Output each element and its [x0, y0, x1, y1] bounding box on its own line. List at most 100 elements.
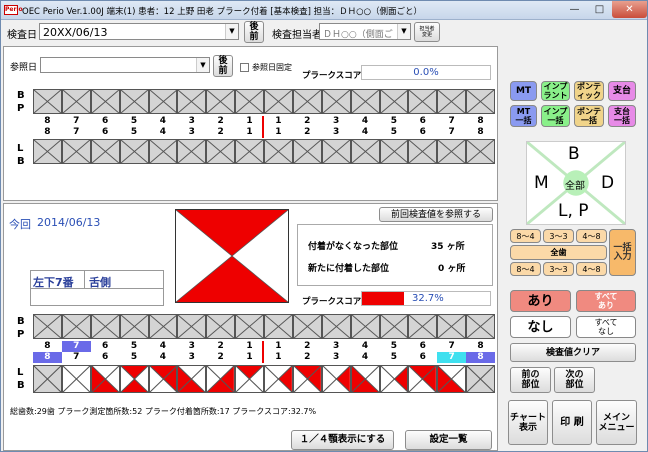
- tooth-surface-cell[interactable]: [350, 89, 380, 114]
- tooth-number[interactable]: 8: [466, 341, 495, 352]
- ref-date-select[interactable]: ▼: [40, 57, 210, 73]
- tooth-surface-cell[interactable]: [292, 139, 322, 164]
- plaque-surface-cell[interactable]: [466, 365, 495, 393]
- direction-d[interactable]: D: [601, 173, 614, 193]
- tooth-number[interactable]: 2: [292, 127, 322, 138]
- tooth-number[interactable]: 1: [264, 341, 293, 352]
- surface-direction-selector[interactable]: B M D L, P 全部: [526, 141, 626, 225]
- direction-all[interactable]: 全部: [565, 177, 585, 192]
- tooth-surface-cell[interactable]: [379, 139, 409, 164]
- tooth-surface-cell[interactable]: [61, 89, 91, 114]
- tooth-surface-cell[interactable]: [437, 139, 467, 164]
- tooth-number[interactable]: 4: [350, 116, 380, 127]
- tooth-number[interactable]: 6: [408, 127, 438, 138]
- tooth-number[interactable]: 4: [148, 127, 178, 138]
- present-button[interactable]: あり: [510, 290, 571, 312]
- close-button[interactable]: ✕: [612, 1, 647, 18]
- tooth-surface-cell[interactable]: [235, 89, 264, 114]
- tooth-number[interactable]: 1: [264, 127, 293, 138]
- settings-list-button[interactable]: 設定一覧: [405, 430, 492, 450]
- plaque-surface-cell[interactable]: [61, 365, 91, 393]
- tooth-number[interactable]: 6: [408, 116, 438, 127]
- tooth-number[interactable]: 1: [235, 341, 264, 352]
- tooth-number[interactable]: 4: [350, 352, 380, 363]
- tooth-number[interactable]: 2: [206, 341, 236, 352]
- tooth-number[interactable]: 5: [119, 352, 149, 363]
- prev-site-button[interactable]: 前の 部位: [510, 367, 551, 393]
- tooth-number[interactable]: 4: [350, 341, 380, 352]
- plaque-surface-cell[interactable]: [437, 365, 467, 393]
- tooth-number[interactable]: 6: [408, 352, 438, 363]
- tooth-number[interactable]: 5: [379, 352, 409, 363]
- tooth-number[interactable]: 7: [437, 127, 467, 138]
- tooth-number[interactable]: 8: [33, 116, 62, 127]
- tooth-number[interactable]: 6: [90, 352, 120, 363]
- ref-date-nav-button[interactable]: 後 前: [213, 55, 233, 77]
- tooth-number[interactable]: 3: [177, 341, 207, 352]
- tooth-surface-cell[interactable]: [119, 314, 149, 339]
- clear-values-button[interactable]: 検査値クリア: [510, 343, 636, 362]
- tooth-surface-cell[interactable]: [177, 139, 207, 164]
- tooth-surface-cell[interactable]: [148, 89, 178, 114]
- exam-date-nav-button[interactable]: 後 前: [244, 21, 264, 43]
- tooth-surface-cell[interactable]: [466, 89, 495, 114]
- tooth-number[interactable]: 6: [408, 341, 438, 352]
- tooth-number[interactable]: 4: [148, 116, 178, 127]
- tooth-surface-cell[interactable]: [264, 89, 293, 114]
- range-upper-front-button[interactable]: 3～3: [543, 229, 574, 243]
- tooth-number[interactable]: 8: [33, 127, 62, 138]
- tooth-number[interactable]: 8: [466, 116, 495, 127]
- ref-date-fix-checkbox[interactable]: [240, 63, 249, 72]
- tooth-number[interactable]: 2: [292, 352, 322, 363]
- range-upper-right-button[interactable]: 8～4: [510, 229, 541, 243]
- tooth-number[interactable]: 2: [292, 116, 322, 127]
- plaque-surface-cell[interactable]: [235, 365, 264, 393]
- tooth-number[interactable]: 4: [148, 352, 178, 363]
- plaque-surface-cell[interactable]: [321, 365, 351, 393]
- mt-bulk-button[interactable]: MT 一括: [510, 105, 537, 127]
- direction-m[interactable]: M: [534, 173, 549, 193]
- range-lower-left-button[interactable]: 4～8: [576, 262, 607, 276]
- tooth-surface-cell[interactable]: [350, 314, 380, 339]
- range-lower-front-button[interactable]: 3～3: [543, 262, 574, 276]
- tooth-number[interactable]: 4: [148, 341, 178, 352]
- plaque-surface-cell[interactable]: [148, 365, 178, 393]
- tooth-surface-cell[interactable]: [437, 314, 467, 339]
- tooth-surface-cell[interactable]: [33, 314, 62, 339]
- tooth-number[interactable]: 5: [379, 116, 409, 127]
- mt-button[interactable]: MT: [510, 81, 537, 101]
- tooth-surface-cell[interactable]: [61, 314, 91, 339]
- tooth-surface-cell[interactable]: [119, 139, 149, 164]
- tooth-surface-cell[interactable]: [33, 89, 62, 114]
- tooth-surface-cell[interactable]: [148, 139, 178, 164]
- tooth-number[interactable]: 5: [119, 116, 149, 127]
- examiner-change-button[interactable]: 担当者 変更: [414, 22, 440, 42]
- tooth-surface-cell[interactable]: [466, 314, 495, 339]
- tooth-surface-cell[interactable]: [350, 139, 380, 164]
- direction-lp[interactable]: L, P: [558, 201, 589, 221]
- all-absent-button[interactable]: すべて なし: [576, 316, 636, 338]
- plaque-surface-cell[interactable]: [408, 365, 438, 393]
- tooth-number[interactable]: 7: [61, 127, 91, 138]
- range-lower-right-button[interactable]: 8～4: [510, 262, 541, 276]
- tooth-surface-cell[interactable]: [33, 139, 62, 164]
- tooth-surface-cell[interactable]: [264, 139, 293, 164]
- examiner-select[interactable]: ＤＨ○○（側面ご ▼: [319, 23, 411, 40]
- tooth-number[interactable]: 5: [119, 341, 149, 352]
- tooth-surface-cell[interactable]: [264, 314, 293, 339]
- absent-button[interactable]: なし: [510, 316, 571, 338]
- tooth-number[interactable]: 2: [206, 116, 236, 127]
- implant-bulk-button[interactable]: インプ 一括: [541, 105, 570, 127]
- implant-button[interactable]: インプ ラント: [541, 81, 570, 101]
- tooth-number[interactable]: 7: [61, 116, 91, 127]
- tooth-surface-cell[interactable]: [408, 89, 438, 114]
- tooth-surface-cell[interactable]: [235, 314, 264, 339]
- tooth-number[interactable]: 1: [235, 127, 264, 138]
- tooth-surface-cell[interactable]: [206, 139, 236, 164]
- exam-date-select[interactable]: 20XX/06/13 ▼: [39, 23, 239, 40]
- tooth-number[interactable]: 3: [321, 352, 351, 363]
- tooth-surface-cell[interactable]: [90, 89, 120, 114]
- tooth-surface-cell[interactable]: [379, 314, 409, 339]
- tooth-surface-cell[interactable]: [466, 139, 495, 164]
- abutment-button[interactable]: 支台: [608, 81, 636, 101]
